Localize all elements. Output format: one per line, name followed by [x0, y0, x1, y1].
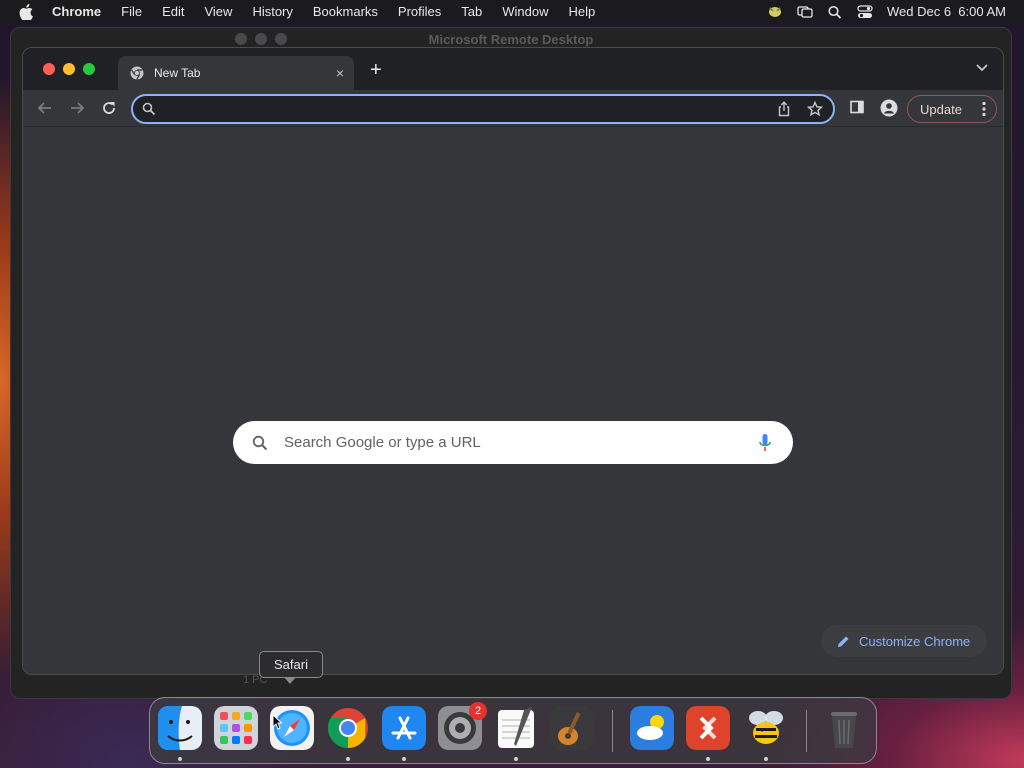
menu-file[interactable]: File: [121, 4, 142, 19]
address-bar[interactable]: [131, 94, 835, 124]
remote-desktop-icon[interactable]: [686, 706, 730, 750]
update-label: Update: [920, 101, 962, 117]
bookmark-star-icon[interactable]: [807, 101, 823, 117]
search-icon: [142, 102, 156, 116]
extension-icon[interactable]: [767, 5, 783, 19]
running-indicator: [514, 757, 518, 761]
chrome-icon[interactable]: [326, 706, 370, 750]
mouse-cursor-icon: [272, 714, 282, 730]
weather-icon[interactable]: [630, 706, 674, 750]
customize-chrome-button[interactable]: Customize Chrome: [821, 625, 987, 657]
running-indicator: [346, 757, 350, 761]
running-indicator: [178, 757, 182, 761]
menu-history[interactable]: History: [252, 4, 292, 19]
back-icon[interactable]: [36, 99, 54, 117]
tab-title: New Tab: [154, 66, 201, 80]
pencil-icon: [838, 636, 849, 647]
dock: 2: [149, 697, 877, 764]
menu-bar: Chrome File Edit View History Bookmarks …: [0, 0, 1024, 23]
window-controls: [43, 63, 95, 75]
new-tab-page: Search Google or type a URL Customize Ch…: [23, 127, 1003, 674]
menu-tab[interactable]: Tab: [461, 4, 482, 19]
side-panel-icon[interactable]: [849, 99, 865, 115]
garageband-icon[interactable]: [550, 706, 594, 750]
share-icon[interactable]: [777, 101, 791, 117]
menu-app-name[interactable]: Chrome: [52, 4, 101, 19]
spotlight-icon[interactable]: [827, 5, 843, 19]
dock-separator: [612, 710, 613, 752]
finder-icon[interactable]: [158, 706, 202, 750]
voice-search-mic-icon[interactable]: [759, 433, 771, 453]
address-input[interactable]: [163, 96, 727, 124]
search-placeholder: Search Google or type a URL: [284, 434, 481, 451]
zoom-window-button[interactable]: [83, 63, 95, 75]
profile-avatar-icon[interactable]: [880, 99, 898, 117]
running-indicator: [764, 757, 768, 761]
chrome-favicon-icon: [130, 66, 144, 80]
forward-icon[interactable]: [68, 99, 86, 117]
launchpad-icon[interactable]: [214, 706, 258, 750]
screen-mirroring-icon[interactable]: [797, 5, 813, 19]
google-search-box[interactable]: Search Google or type a URL: [233, 421, 793, 464]
menu-window[interactable]: Window: [502, 4, 548, 19]
tab-strip: New Tab × +: [23, 48, 1003, 90]
tab-new-tab[interactable]: New Tab ×: [118, 56, 354, 90]
chrome-window: New Tab × + Update Search Google or type…: [22, 47, 1004, 675]
menu-view[interactable]: View: [204, 4, 232, 19]
customize-chrome-label: Customize Chrome: [859, 633, 971, 649]
more-menu-icon[interactable]: [982, 101, 986, 117]
tab-close-icon[interactable]: ×: [336, 65, 344, 81]
running-indicator: [402, 757, 406, 761]
apple-icon[interactable]: [18, 3, 34, 20]
menu-bookmarks[interactable]: Bookmarks: [313, 4, 378, 19]
running-indicator: [706, 757, 710, 761]
browser-toolbar: Update: [23, 90, 1003, 127]
update-button[interactable]: Update: [907, 95, 997, 123]
minimize-window-button[interactable]: [63, 63, 75, 75]
new-tab-button[interactable]: +: [370, 60, 382, 80]
reload-icon[interactable]: [100, 99, 118, 117]
notification-badge: 2: [469, 702, 487, 720]
menu-datetime[interactable]: Wed Dec 6 6:00 AM: [887, 4, 1006, 19]
control-center-icon[interactable]: [857, 4, 873, 19]
menu-profiles[interactable]: Profiles: [398, 4, 441, 19]
search-icon: [252, 435, 268, 451]
remote-desktop-title: Microsoft Remote Desktop: [428, 32, 594, 47]
trash-icon[interactable]: [822, 706, 866, 750]
menu-help[interactable]: Help: [569, 4, 596, 19]
textedit-icon[interactable]: [494, 706, 538, 750]
dock-tooltip: Safari: [259, 651, 323, 684]
tab-search-icon[interactable]: [975, 63, 989, 73]
app-store-icon[interactable]: [382, 706, 426, 750]
menu-edit[interactable]: Edit: [162, 4, 184, 19]
dock-separator: [806, 710, 807, 752]
close-window-button[interactable]: [43, 63, 55, 75]
bee-icon[interactable]: [744, 706, 788, 750]
